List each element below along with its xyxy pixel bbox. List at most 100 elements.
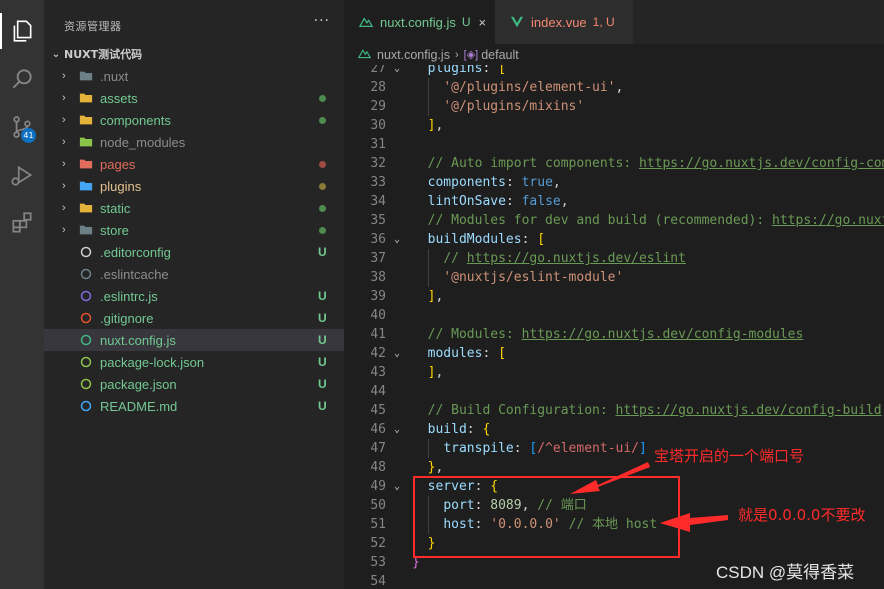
modified-dot bbox=[319, 161, 326, 168]
tree-item[interactable]: .eslintrc.js U bbox=[44, 285, 344, 307]
git-status: U bbox=[318, 399, 327, 413]
code-line: 43 ], bbox=[344, 363, 884, 382]
code-token: build bbox=[427, 422, 467, 437]
breadcrumb-file[interactable]: nuxt.config.js bbox=[377, 48, 450, 62]
project-header[interactable]: ⌄ NUXT测试代码 bbox=[44, 43, 344, 65]
line-number: 52 bbox=[370, 536, 386, 551]
code-token: // Auto import components: bbox=[427, 156, 639, 171]
code-token: , bbox=[552, 175, 561, 190]
code-text: modules: [ bbox=[412, 344, 506, 363]
code-text: buildModules: [ bbox=[412, 230, 545, 249]
line-number: 30 bbox=[370, 118, 386, 133]
tab-index-vue[interactable]: index.vue 1, U bbox=[495, 0, 633, 44]
tab-nuxt-config[interactable]: nuxt.config.js U × bbox=[344, 0, 495, 44]
fold-icon[interactable]: ⌄ bbox=[394, 230, 400, 249]
code-token: // Build Configuration: bbox=[427, 403, 616, 418]
activity-bar: 41 bbox=[0, 0, 44, 589]
code-line: 27 ⌄ plugins: [ bbox=[344, 65, 884, 78]
code-token: : bbox=[466, 422, 483, 437]
code-token: https://go.nuxtjs.dev/config-components bbox=[638, 156, 884, 171]
tree-item[interactable]: › .nuxt bbox=[44, 65, 344, 87]
breadcrumb-symbol[interactable]: default bbox=[481, 48, 519, 62]
chevron-right-icon[interactable]: › bbox=[62, 136, 72, 148]
vue-file-icon bbox=[509, 14, 525, 30]
chevron-right-icon[interactable]: › bbox=[62, 202, 72, 214]
code-line: 36 ⌄ buildModules: [ bbox=[344, 230, 884, 249]
code-line: 38 '@nuxtjs/eslint-module' bbox=[344, 268, 884, 287]
tree-item-label: .eslintrc.js bbox=[100, 288, 158, 304]
modified-dot bbox=[319, 227, 326, 234]
chevron-right-icon[interactable]: › bbox=[62, 158, 72, 170]
code-token: , bbox=[435, 118, 444, 133]
git-status: U bbox=[318, 289, 327, 303]
line-number: 53 bbox=[370, 555, 386, 570]
line-number: 46 bbox=[370, 422, 386, 437]
code-text: // Auto import components: https://go.nu… bbox=[412, 154, 884, 173]
extensions-icon[interactable] bbox=[0, 201, 44, 245]
tab-status: 1, U bbox=[592, 15, 615, 29]
modified-dot bbox=[319, 117, 326, 124]
explorer-title: 资源管理器 bbox=[64, 20, 122, 33]
tree-item[interactable]: › components bbox=[44, 109, 344, 131]
tree-item[interactable]: .eslintcache bbox=[44, 263, 344, 285]
code-token: , bbox=[435, 365, 444, 380]
code-line: 30 ], bbox=[344, 116, 884, 135]
tree-item[interactable]: .editorconfig U bbox=[44, 241, 344, 263]
code-token: , bbox=[435, 460, 444, 475]
chevron-right-icon[interactable]: › bbox=[62, 180, 72, 192]
folder-icon bbox=[79, 157, 93, 171]
code-token: , bbox=[435, 289, 444, 304]
line-number: 54 bbox=[370, 574, 386, 589]
code-text: // https://go.nuxtjs.dev/eslint bbox=[412, 249, 686, 268]
line-number: 34 bbox=[370, 194, 386, 209]
tree-item[interactable]: package.json U bbox=[44, 373, 344, 395]
tree-item[interactable]: nuxt.config.js U bbox=[44, 329, 344, 351]
chevron-right-icon[interactable]: › bbox=[62, 114, 72, 126]
tree-item[interactable]: › node_modules bbox=[44, 131, 344, 153]
code-text: lintOnSave: false, bbox=[412, 192, 569, 211]
search-icon[interactable] bbox=[0, 57, 44, 101]
indent-guide bbox=[428, 439, 429, 458]
code-text: ], bbox=[412, 287, 444, 306]
run-debug-icon[interactable] bbox=[0, 153, 44, 197]
code-token: // bbox=[443, 251, 467, 266]
fold-icon[interactable]: ⌄ bbox=[394, 65, 400, 78]
close-icon[interactable]: × bbox=[479, 15, 487, 30]
tree-item[interactable]: › assets bbox=[44, 87, 344, 109]
tree-item[interactable]: README.md U bbox=[44, 395, 344, 417]
explorer-icon[interactable] bbox=[0, 9, 44, 53]
code-line: 35 // Modules for dev and build (recomme… bbox=[344, 211, 884, 230]
nuxt-file-icon bbox=[358, 14, 374, 30]
tree-item[interactable]: › static bbox=[44, 197, 344, 219]
tree-item-label: .gitignore bbox=[100, 310, 154, 326]
line-number: 31 bbox=[370, 137, 386, 152]
line-number: 49 bbox=[370, 479, 386, 494]
folder-icon bbox=[79, 113, 93, 127]
chevron-right-icon[interactable]: › bbox=[62, 70, 72, 82]
code-token: : bbox=[505, 175, 522, 190]
code-token: buildModules bbox=[427, 232, 522, 247]
tree-item[interactable]: › pages bbox=[44, 153, 344, 175]
source-control-icon[interactable]: 41 bbox=[0, 105, 44, 149]
code-text: ], bbox=[412, 363, 444, 382]
tree-item[interactable]: .gitignore U bbox=[44, 307, 344, 329]
watermark: CSDN @莫得香菜 bbox=[716, 563, 855, 582]
more-actions-button[interactable]: ··· bbox=[314, 13, 330, 29]
file-icon bbox=[79, 333, 93, 347]
explorer-sidebar: 资源管理器 ··· ⌄ NUXT测试代码 › .nuxt › assets › compo… bbox=[44, 0, 344, 589]
tree-item[interactable]: › store bbox=[44, 219, 344, 241]
tree-item[interactable]: package-lock.json U bbox=[44, 351, 344, 373]
modified-dot bbox=[319, 95, 326, 102]
code-line: 28 '@/plugins/element-ui', bbox=[344, 78, 884, 97]
chevron-right-icon[interactable]: › bbox=[62, 92, 72, 104]
fold-icon[interactable]: ⌄ bbox=[394, 477, 400, 496]
code-text: build: { bbox=[412, 420, 491, 439]
code-token: true bbox=[521, 175, 553, 190]
fold-icon[interactable]: ⌄ bbox=[394, 344, 400, 363]
tree-item[interactable]: › plugins bbox=[44, 175, 344, 197]
chevron-right-icon[interactable]: › bbox=[62, 224, 72, 236]
fold-icon[interactable]: ⌄ bbox=[394, 420, 400, 439]
chevron-down-icon: ⌄ bbox=[51, 48, 61, 60]
file-icon bbox=[79, 245, 93, 259]
